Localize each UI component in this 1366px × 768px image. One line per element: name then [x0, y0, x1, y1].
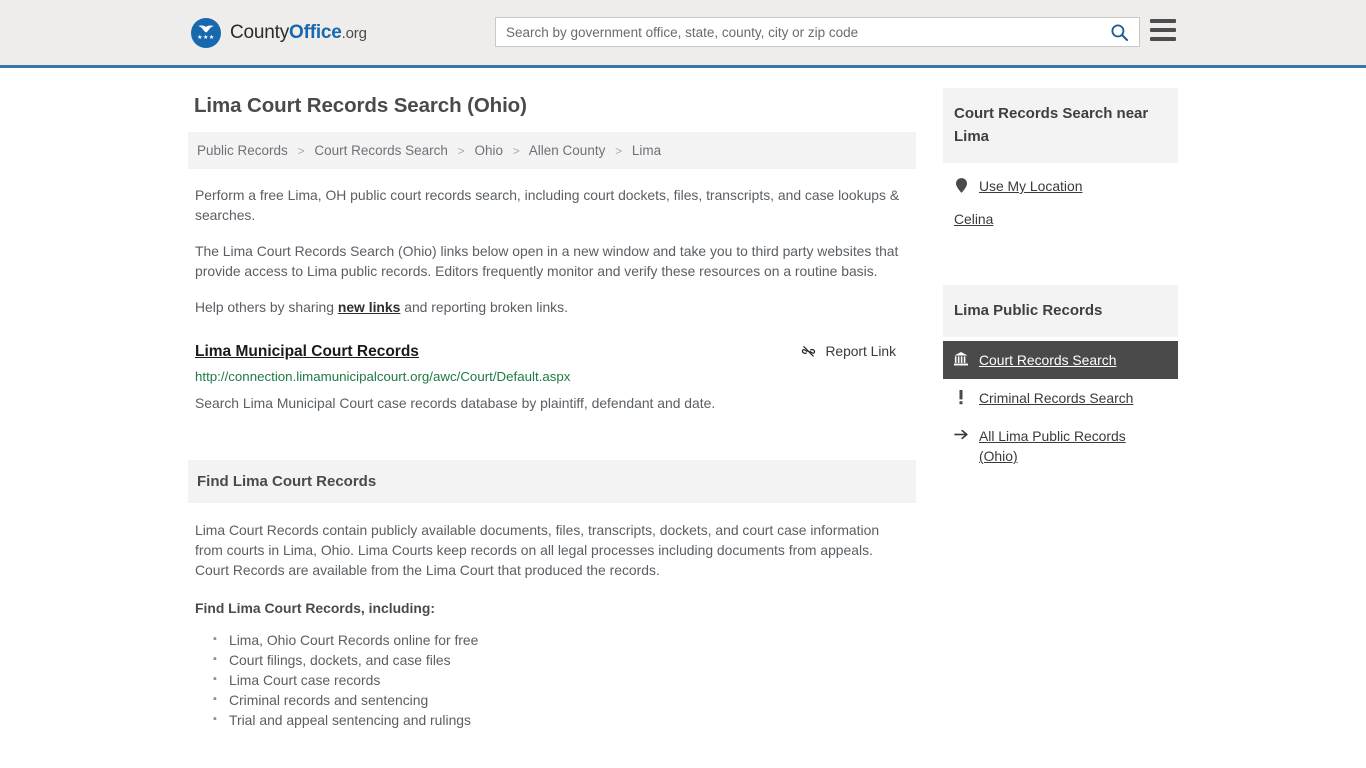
- section-paragraph: Lima Court Records contain publicly avai…: [195, 522, 880, 578]
- main-column: Lima Court Records Search (Ohio) Public …: [188, 88, 916, 730]
- sidebar-records-heading: Lima Public Records: [943, 285, 1178, 337]
- search-submit-button[interactable]: [1099, 18, 1139, 46]
- eagle-glyph-icon: [198, 25, 214, 33]
- list-item: Trial and appeal sentencing and rulings: [213, 709, 909, 730]
- list-item: Lima, Ohio Court Records online for free: [213, 629, 909, 650]
- records-bullet-list: Lima, Ohio Court Records online for free…: [195, 629, 909, 730]
- breadcrumb-item-ohio[interactable]: Ohio: [474, 143, 503, 158]
- search-input[interactable]: [496, 24, 1099, 40]
- section-body: Lima Court Records contain publicly avai…: [188, 503, 916, 730]
- breadcrumb-item-court-records-search[interactable]: Court Records Search: [314, 143, 448, 158]
- help-text-before: Help others by sharing: [195, 299, 338, 315]
- hamburger-menu-icon[interactable]: [1150, 19, 1176, 41]
- breadcrumb-item-public-records[interactable]: Public Records: [197, 143, 288, 158]
- map-pin-icon: [954, 176, 968, 193]
- breadcrumb-item-allen-county[interactable]: Allen County: [529, 143, 606, 158]
- breadcrumb-item-lima: Lima: [631, 143, 662, 158]
- intro-text: Perform a free Lima, OH public court rec…: [188, 185, 916, 317]
- page-body: Lima Court Records Search (Ohio) Public …: [0, 68, 1366, 729]
- sidebar-near-links: Use My Location Celina: [943, 163, 1178, 237]
- sidebar-item-all-public-records[interactable]: All Lima Public Records (Ohio): [943, 417, 1178, 475]
- breadcrumb-separator: >: [615, 144, 623, 158]
- brand-part-office: Office: [289, 21, 342, 43]
- section-list-intro: Find Lima Court Records, including:: [195, 600, 436, 616]
- countyoffice-logo-icon: ★★★: [191, 17, 221, 48]
- sidebar: Court Records Search near Lima Use My Lo…: [943, 88, 1178, 483]
- arrow-right-icon: [954, 426, 968, 441]
- site-logo-link[interactable]: ★★★ CountyOffice.org: [191, 17, 367, 48]
- sidebar-near-heading: Court Records Search near Lima: [943, 88, 1178, 163]
- search-icon: [1110, 23, 1128, 41]
- search-bar[interactable]: [495, 17, 1140, 47]
- listing-title-link[interactable]: Lima Municipal Court Records: [195, 343, 419, 361]
- list-item: Lima Court case records: [213, 669, 909, 690]
- list-item: Criminal records and sentencing: [213, 689, 909, 710]
- stars-glyph-icon: ★★★: [197, 35, 215, 41]
- hamburger-bar: [1150, 19, 1176, 23]
- breadcrumb-separator: >: [512, 144, 520, 158]
- brand-part-tld: .org: [341, 24, 367, 42]
- hamburger-bar: [1150, 37, 1176, 41]
- report-link-label: Report Link: [825, 344, 896, 359]
- listing-item: Lima Municipal Court Records Report Link…: [188, 333, 916, 413]
- list-item: Court filings, dockets, and case files: [213, 649, 909, 670]
- brand-part-county: County: [230, 21, 290, 43]
- courthouse-icon: [954, 350, 968, 366]
- breadcrumb-separator: >: [457, 144, 465, 158]
- listing-description: Search Lima Municipal Court case records…: [195, 395, 716, 411]
- nearby-city-row[interactable]: Celina: [943, 205, 1178, 237]
- intro-paragraph-1: Perform a free Lima, OH public court rec…: [195, 187, 900, 223]
- use-my-location-link[interactable]: Use My Location: [979, 176, 1082, 196]
- hamburger-bar: [1150, 28, 1176, 32]
- sidebar-item-label[interactable]: Court Records Search: [979, 350, 1116, 370]
- breadcrumb: Public Records > Court Records Search > …: [188, 132, 916, 169]
- site-header: ★★★ CountyOffice.org: [0, 0, 1366, 68]
- broken-link-icon: [802, 346, 816, 357]
- sidebar-item-label[interactable]: All Lima Public Records (Ohio): [979, 426, 1168, 466]
- help-text-after: and reporting broken links.: [400, 299, 568, 315]
- brand-wordmark: CountyOffice.org: [230, 22, 367, 44]
- sidebar-near-box: Court Records Search near Lima Use My Lo…: [943, 88, 1178, 237]
- sidebar-item-label[interactable]: Criminal Records Search: [979, 388, 1133, 408]
- find-records-section: Find Lima Court Records Lima Court Recor…: [188, 460, 916, 730]
- listing-header-row: Lima Municipal Court Records Report Link: [195, 343, 909, 361]
- exclamation-icon: [954, 388, 968, 405]
- sidebar-records-box: Lima Public Records Court Records Search…: [943, 285, 1178, 475]
- sidebar-item-criminal-records-search[interactable]: Criminal Records Search: [943, 379, 1178, 417]
- page-title: Lima Court Records Search (Ohio): [194, 94, 527, 117]
- breadcrumb-separator: >: [297, 144, 305, 158]
- help-paragraph: Help others by sharing new links and rep…: [195, 297, 909, 317]
- sidebar-item-court-records-search[interactable]: Court Records Search: [943, 341, 1178, 379]
- use-my-location-row[interactable]: Use My Location: [943, 167, 1178, 205]
- report-link-button[interactable]: Report Link: [800, 343, 896, 360]
- nearby-city-link-celina[interactable]: Celina: [954, 211, 993, 227]
- content-container: Lima Court Records Search (Ohio) Public …: [188, 88, 1178, 730]
- new-links-link[interactable]: new links: [338, 299, 401, 315]
- intro-paragraph-2: The Lima Court Records Search (Ohio) lin…: [195, 243, 899, 279]
- sidebar-records-links: Court Records Search Criminal Records Se…: [943, 337, 1178, 475]
- section-heading: Find Lima Court Records: [188, 460, 916, 503]
- listing-url-link[interactable]: http://connection.limamunicipalcourt.org…: [195, 369, 909, 384]
